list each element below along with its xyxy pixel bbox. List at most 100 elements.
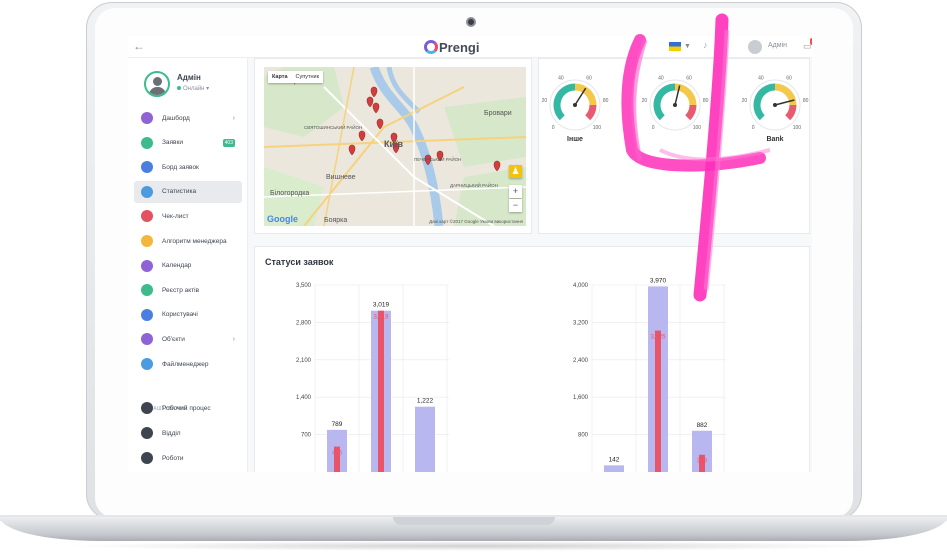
camera-icon <box>466 17 476 27</box>
gauge-tick-label: 40 <box>658 75 664 81</box>
bell-icon[interactable]: ♪ <box>703 40 708 50</box>
bar[interactable] <box>604 465 624 472</box>
gauge-tick-label: 0 <box>752 125 755 131</box>
data-label: 882 <box>697 422 708 429</box>
y-tick-label: 2,100 <box>296 358 312 364</box>
tab-satellite[interactable]: Супутник <box>292 71 324 83</box>
profile-name: Адмін <box>177 73 201 82</box>
gauges-canvas: 0 20 40 60 80 100 Інше 0 20 40 60 80 100 0 20 40 60 80 100… <box>542 75 809 143</box>
chevron-right-icon: › <box>232 114 235 122</box>
laptop-notch <box>393 517 555 525</box>
gauge-tick-label: 0 <box>652 125 655 131</box>
department-icon <box>141 427 153 439</box>
ukraine-flag-icon[interactable] <box>669 42 681 51</box>
user-name[interactable]: Адмін <box>768 42 787 49</box>
gauge-tick-label: 20 <box>742 98 748 104</box>
map-place-label: ПЕЧЕРСЬКИЙ РАЙОН <box>414 155 461 162</box>
grid-icon <box>141 161 153 174</box>
gauge-tick-label: 100 <box>693 125 702 131</box>
gauge-hub <box>773 103 777 107</box>
y-tick-label: 700 <box>301 433 312 439</box>
gauge-tick-label: 60 <box>586 75 592 81</box>
y-tick-label: 2,400 <box>573 358 589 364</box>
arrow-left-icon[interactable]: ← <box>133 39 145 53</box>
sidebar-item-registry[interactable]: Реєстр актів <box>134 279 242 301</box>
monitor-icon <box>141 112 153 124</box>
sidebar-item-checklist[interactable]: Чек-лист <box>134 205 242 227</box>
count-badge: 403 <box>222 138 235 147</box>
sidebar-item-department[interactable]: Відділ <box>134 422 242 444</box>
sidebar-item-ticket[interactable]: Заявки 403 <box>134 132 242 154</box>
gauge-tick-label: 0 <box>552 125 555 131</box>
app-screen: ← Prengi ▼ ♪ Адмін ▭ 0 Адмін Онлайн ▾ НА… <box>128 36 812 472</box>
y-tick-label: 3,200 <box>573 320 589 326</box>
gauge-tick-label: 20 <box>642 98 648 104</box>
avatar-head <box>153 77 162 86</box>
sidebar-item-building[interactable]: Об'єкти › <box>134 328 242 350</box>
tab-map[interactable]: Карта <box>268 71 292 83</box>
bar-inner[interactable] <box>378 310 384 472</box>
map-place-label: Боярка <box>324 217 347 224</box>
sidebar-item-label: Заявки <box>162 139 183 147</box>
gauge-hub <box>573 103 577 107</box>
y-tick-label: 4,000 <box>573 283 589 289</box>
bar-chart: 800 1,600 2,400 3,200 4,000 142 3,970 3,025 882 3… <box>573 277 726 472</box>
gauge-tick-label: 80 <box>703 98 709 104</box>
zoom-out-button[interactable]: − <box>509 199 522 212</box>
sidebar-item-chart[interactable]: Статистика <box>134 180 242 203</box>
sidebar-item-tools[interactable]: Роботи <box>134 447 242 469</box>
avatar[interactable] <box>748 40 762 54</box>
data-label: 3,970 <box>650 277 667 284</box>
profile-status-label: Онлайн <box>183 86 205 92</box>
logo-text: Prengi <box>439 39 480 55</box>
chevron-right-icon: › <box>232 335 235 343</box>
sidebar-item-image[interactable]: Файлменеджер <box>134 353 242 375</box>
chevron-down-icon[interactable]: ▼ <box>684 43 691 50</box>
inner-data-label: 3,019 <box>373 315 389 321</box>
y-tick-label: 2,800 <box>296 320 312 326</box>
registry-icon <box>141 284 153 297</box>
gauge: 0 20 40 60 80 100 <box>642 75 709 131</box>
gauge: 0 20 40 60 80 100 Bank <box>742 75 809 143</box>
map[interactable]: ІрпіньБровариКиївВишневеБояркаБілогородк… <box>264 67 526 226</box>
sidebar-item-monitor[interactable]: Дашборд › <box>134 107 242 129</box>
gauge-tick-label: 80 <box>603 98 609 104</box>
avatar-body <box>149 87 166 95</box>
sidebar-item-label: Календар <box>162 262 192 270</box>
sidebar-item-grid[interactable]: Борд заявок <box>134 156 242 178</box>
profile-avatar[interactable] <box>144 71 170 97</box>
street-view-icon[interactable]: ♟ <box>509 165 522 178</box>
chart-icon <box>141 185 153 198</box>
sidebar-item-calendar[interactable]: Календар <box>134 255 242 277</box>
map-footer[interactable]: Дані карт ©2017 Google Умови використанн… <box>429 219 523 224</box>
map-canvas: ІрпіньБровариКиївВишневеБояркаБілогородк… <box>264 67 526 226</box>
top-bar: ← Prengi ▼ ♪ Адмін ▭ 0 <box>128 36 812 58</box>
zoom-in-button[interactable]: + <box>509 185 522 198</box>
profile-status[interactable]: Онлайн ▾ <box>177 85 209 92</box>
data-label: 1,222 <box>417 398 434 405</box>
gauge-tick-label: 20 <box>542 98 548 104</box>
ticket-icon <box>141 136 153 149</box>
sidebar-item-bulb[interactable]: Алгоритм менеджера <box>134 230 242 252</box>
image-icon <box>141 358 153 370</box>
bar-inner[interactable] <box>655 330 661 472</box>
logo[interactable]: Prengi <box>424 38 479 56</box>
map-type-tabs: Карта Супутник <box>268 71 324 83</box>
sidebar-item-label: Статистика <box>162 188 197 196</box>
users-icon <box>141 308 153 321</box>
map-place-label: Білогородка <box>270 189 309 197</box>
sidebar-item-label: Борд заявок <box>162 163 199 171</box>
sidebar-item-label: Алгоритм менеджера <box>162 237 227 245</box>
sidebar-item-workflow[interactable]: Робочий процес <box>134 397 242 419</box>
laptop-shadow <box>60 541 887 551</box>
google-logo[interactable]: Google <box>267 214 298 224</box>
gauge-label: Bank <box>766 136 783 143</box>
bar[interactable] <box>415 406 435 472</box>
sidebar-item-users[interactable]: Користувачі <box>134 304 242 326</box>
map-place-label: ДАРНИЦЬКИЙ РАЙОН <box>450 181 498 188</box>
bar-chart: 700 1,400 2,100 2,800 3,500 789 475 3,019 3,019 1… <box>296 283 449 472</box>
sidebar-item-label: Дашборд <box>162 114 190 122</box>
gauge: 0 20 40 60 80 100 Інше <box>542 75 609 143</box>
calendar-icon <box>141 259 153 272</box>
data-label: 3,019 <box>373 302 390 309</box>
